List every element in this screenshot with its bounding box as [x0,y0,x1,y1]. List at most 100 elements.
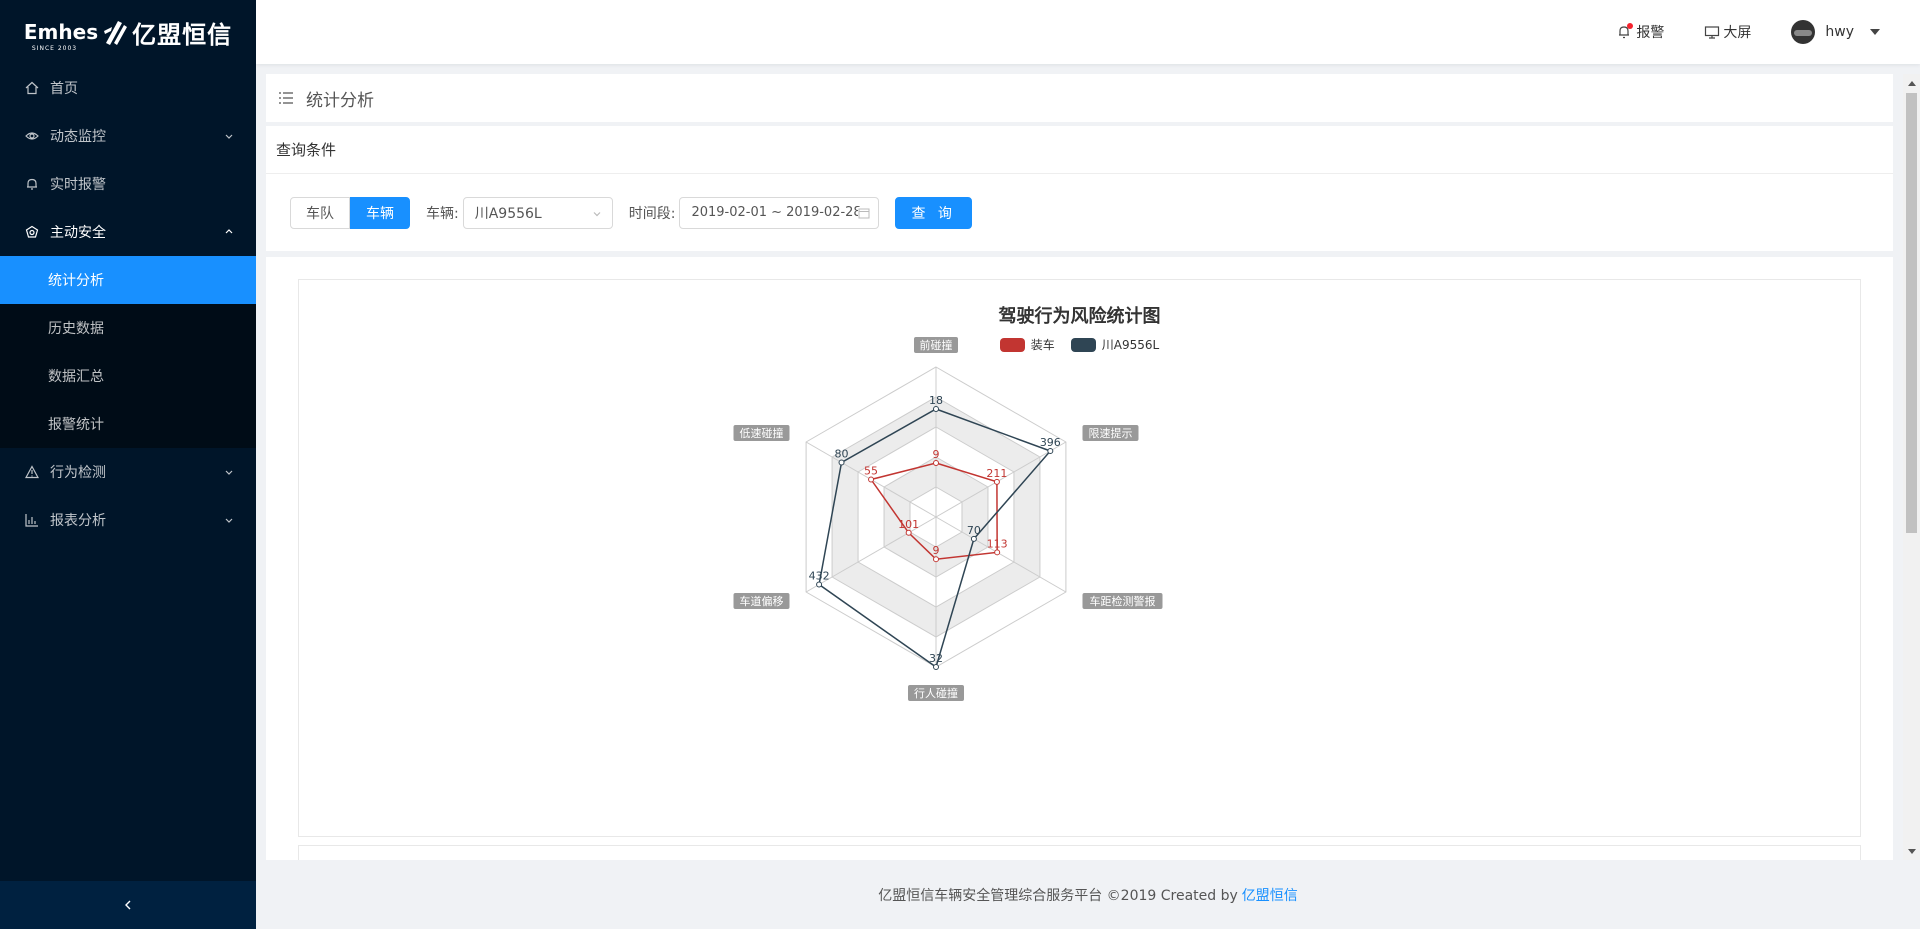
radar-point [868,476,875,483]
radar-data-label: 396 [1040,436,1061,449]
sidebar-item-monitor[interactable]: 动态监控 [0,112,256,160]
warning-icon [24,464,40,480]
caret-down-icon [1870,29,1880,35]
big-screen-label: 大屏 [1723,25,1752,41]
legend-label: 装车 [1030,338,1055,352]
bell-icon [24,176,40,192]
sidebar-item-alarm-stats[interactable]: 报警统计 [0,400,256,448]
brand-en-text: Emhes [23,20,99,44]
alarm-badge-dot [1627,23,1634,29]
vehicle-select[interactable]: 川A9556L [462,196,613,229]
sidebar-item-label: 首页 [50,81,78,97]
chevron-up-icon [225,229,233,234]
radar-point [905,529,912,536]
chevron-down-icon [225,518,233,523]
submenu-active-safety: 统计分析 历史数据 数据汇总 报警统计 [0,256,256,448]
scope-toggle: 车队 车辆 [290,196,410,229]
sidebar-item-home[interactable]: 首页 [0,64,256,112]
radar-indicator-label: 行人碰撞 [914,686,958,700]
chevron-down-icon [225,470,233,475]
radar-data-label: 32 [929,652,943,665]
scroll-up-arrow-icon[interactable] [1903,74,1920,91]
legend-item-series-1[interactable]: 川A9556L [1070,336,1160,353]
top-header: 报警 大屏 hwy [256,0,1920,64]
radar-data-label: 80 [835,447,849,460]
radar-point [994,549,1001,556]
sidebar-item-label: 报表分析 [50,513,106,529]
monitor-icon [1704,24,1720,40]
footer-text: 亿盟恒信车辆安全管理综合服务平台 ©2019 Created by [878,887,1238,904]
scope-vehicle-button[interactable]: 车辆 [350,196,410,229]
vehicle-select-value: 川A9556L [474,205,542,222]
radar-chart-card: 前碰撞 限速提示 车距检测警报 行人碰撞 车道偏移 低速碰撞 9 211 113 9 101 55 18… [298,279,1861,837]
bell-icon [1617,23,1634,40]
content-scrollbar[interactable] [1903,74,1920,860]
shield-icon [24,224,40,240]
radar-point [838,459,845,466]
sidebar-collapse-button[interactable] [0,881,256,929]
calendar-icon [858,206,871,219]
sidebar-menu: 首页 动态监控 实时报警 主动安全 统计分析 历史数据 数据汇总 报警统计 行为… [0,64,256,544]
period-label: 时间段: [628,205,676,222]
radar-data-label: 101 [898,518,919,531]
legend-item-series-0[interactable]: 装车 [999,336,1055,353]
radar-point [993,478,1000,485]
query-button[interactable]: 查 询 [895,196,972,229]
radar-point [970,535,977,542]
header-actions: 报警 大屏 hwy [1577,0,1880,64]
radar-data-label: 70 [967,524,981,537]
footer: 亿盟恒信车辆安全管理综合服务平台 ©2019 Created by 亿盟恒信 [256,860,1920,929]
main-content: 统计分析 查询条件 车队 车辆 车辆: 川A9556L 时间段: 2019-02… [266,74,1893,860]
footer-link[interactable]: 亿盟恒信 [1242,885,1298,905]
brand-logo[interactable]: Emhes SINCE 2003 亿盟恒信 [0,0,256,64]
user-name: hwy [1825,24,1854,40]
radar-point [933,460,939,466]
radar-data-label: 211 [986,467,1007,480]
sidebar: Emhes SINCE 2003 亿盟恒信 首页 动态监控 实时报警 主动安全 统… [0,0,256,929]
alarm-button[interactable]: 报警 [1617,22,1664,42]
bar-chart-icon [24,512,40,528]
sidebar-item-label: 主动安全 [50,225,106,241]
radar-point [816,581,823,588]
page-title: 统计分析 [306,90,374,111]
brand-cn: 亿盟恒信 [132,20,233,49]
radar-indicator-label: 限速提示 [1088,427,1132,440]
sidebar-item-history[interactable]: 历史数据 [0,304,256,352]
date-range-picker[interactable]: 2019-02-01 ~ 2019-02-28 [679,196,880,229]
radar-data-label: 18 [929,394,943,407]
list-icon [279,92,293,104]
sidebar-item-summary[interactable]: 数据汇总 [0,352,256,400]
sidebar-item-statistics[interactable]: 统计分析 [0,256,256,304]
brand-en: Emhes SINCE 2003 [23,20,99,52]
radar-data-label: 55 [864,465,878,478]
brand-since: SINCE 2003 [31,45,78,52]
radar-indicator-label: 车道偏移 [740,594,784,608]
query-title: 查询条件 [266,126,1893,174]
user-menu[interactable]: hwy [1791,20,1880,44]
chart-area: 前碰撞 限速提示 车距检测警报 行人碰撞 车道偏移 低速碰撞 9 211 113 9 101 55 18… [266,257,1893,860]
radar-indicator-label: 低速碰撞 [740,426,784,440]
radar-data-label: 432 [809,570,830,583]
query-card: 查询条件 车队 车辆 车辆: 川A9556L 时间段: 2019-02-01 ~… [266,126,1893,251]
radar-data-label: 113 [987,537,1008,550]
sidebar-item-label: 实时报警 [50,177,106,193]
sidebar-item-reports[interactable]: 报表分析 [0,496,256,544]
legend-label: 川A9556L [1101,338,1160,352]
chevron-left-icon [125,900,131,910]
radar-point [1047,448,1054,454]
big-screen-button[interactable]: 大屏 [1704,22,1751,42]
chart-legend: 装车 川A9556L [299,336,1860,353]
scroll-thumb[interactable] [1906,93,1917,533]
vehicle-label: 车辆: [426,205,459,222]
sidebar-item-alarm[interactable]: 实时报警 [0,160,256,208]
radar-point [933,556,939,563]
chevron-down-icon [593,211,601,216]
date-range-value: 2019-02-01 ~ 2019-02-28 [691,205,862,220]
scroll-down-arrow-icon[interactable] [1903,843,1920,860]
sidebar-item-active-safety[interactable]: 主动安全 [0,208,256,256]
sidebar-item-behavior[interactable]: 行为检测 [0,448,256,496]
chart-title: 驾驶行为风险统计图 [998,306,1161,327]
scope-fleet-button[interactable]: 车队 [290,196,350,229]
sidebar-item-label: 行为检测 [50,465,106,481]
legend-swatch [999,337,1025,352]
